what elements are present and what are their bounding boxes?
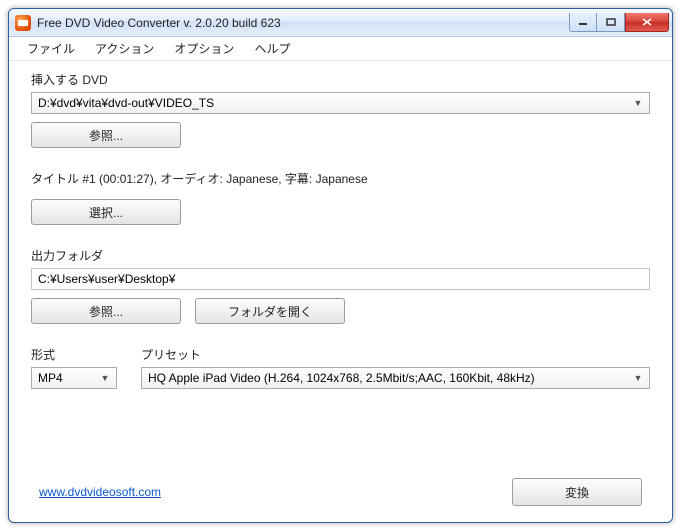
preset-combo[interactable]: HQ Apple iPad Video (H.264, 1024x768, 2.… [141, 367, 650, 389]
menu-options[interactable]: オプション [164, 37, 244, 60]
preset-label: プリセット [141, 346, 650, 363]
app-icon [15, 15, 31, 31]
content-area: 挿入する DVD D:¥dvd¥vita¥dvd-out¥VIDEO_TS ▼ … [9, 61, 672, 401]
output-folder-label: 出力フォルダ [31, 247, 650, 264]
dvd-path-combo[interactable]: D:¥dvd¥vita¥dvd-out¥VIDEO_TS ▼ [31, 92, 650, 114]
chevron-down-icon: ▼ [631, 98, 645, 108]
chevron-down-icon: ▼ [631, 373, 645, 383]
close-button[interactable] [625, 13, 669, 32]
browse-output-button[interactable]: 参照... [31, 298, 181, 324]
menu-file[interactable]: ファイル [17, 37, 85, 60]
dvd-path-value: D:¥dvd¥vita¥dvd-out¥VIDEO_TS [38, 96, 631, 110]
window-title: Free DVD Video Converter v. 2.0.20 build… [37, 16, 569, 30]
format-combo[interactable]: MP4 ▼ [31, 367, 117, 389]
browse-dvd-button[interactable]: 参照... [31, 122, 181, 148]
website-link[interactable]: www.dvdvideosoft.com [39, 485, 161, 499]
select-button[interactable]: 選択... [31, 199, 181, 225]
window-controls [569, 13, 669, 33]
convert-button[interactable]: 変換 [512, 478, 642, 506]
insert-dvd-label: 挿入する DVD [31, 71, 650, 88]
app-window: Free DVD Video Converter v. 2.0.20 build… [8, 8, 673, 523]
preset-value: HQ Apple iPad Video (H.264, 1024x768, 2.… [148, 371, 631, 385]
format-label: 形式 [31, 346, 117, 363]
title-info-text: タイトル #1 (00:01:27), オーディオ: Japanese, 字幕:… [31, 170, 650, 187]
open-folder-button[interactable]: フォルダを開く [195, 298, 345, 324]
format-value: MP4 [38, 371, 98, 385]
maximize-button[interactable] [597, 13, 625, 32]
footer: www.dvdvideosoft.com 変換 [39, 478, 642, 506]
output-folder-input[interactable]: C:¥Users¥user¥Desktop¥ [31, 268, 650, 290]
chevron-down-icon: ▼ [98, 373, 112, 383]
output-folder-value: C:¥Users¥user¥Desktop¥ [38, 272, 175, 286]
menubar: ファイル アクション オプション ヘルプ [9, 37, 672, 61]
menu-help[interactable]: ヘルプ [244, 37, 300, 60]
menu-action[interactable]: アクション [85, 37, 164, 60]
minimize-button[interactable] [569, 13, 597, 32]
titlebar: Free DVD Video Converter v. 2.0.20 build… [9, 9, 672, 37]
